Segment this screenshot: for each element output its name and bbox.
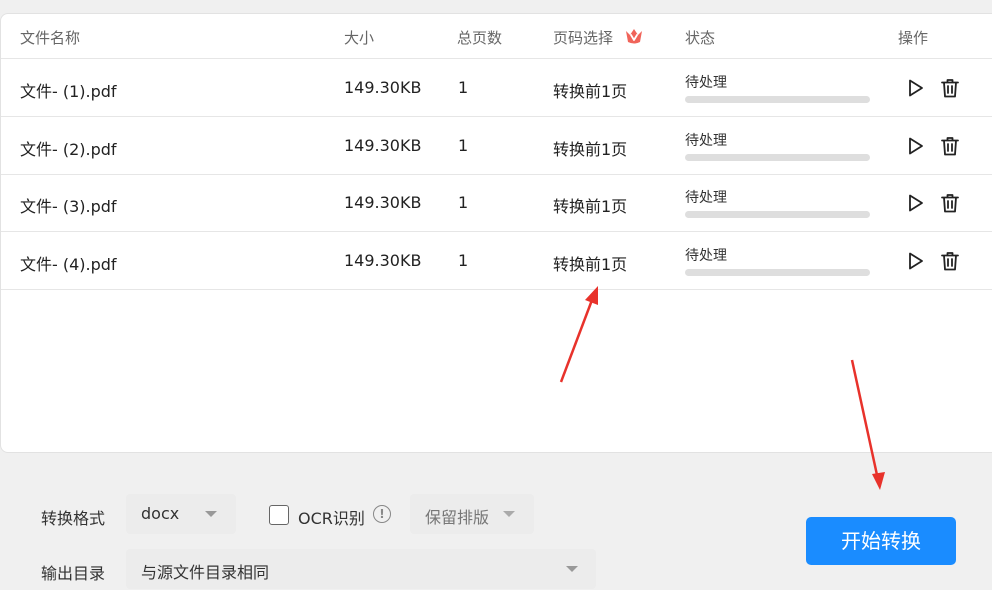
play-icon[interactable]: [903, 134, 927, 158]
page-select[interactable]: 转换前1页: [553, 136, 627, 160]
file-name: 文件- (1).pdf: [20, 82, 117, 101]
format-value: docx: [141, 504, 180, 523]
status-text: 待处理: [685, 75, 727, 91]
ocr-label[interactable]: OCR识别: [298, 505, 365, 529]
output-directory-select[interactable]: 与源文件目录相同: [126, 549, 596, 589]
status-text: 待处理: [685, 190, 727, 206]
play-icon[interactable]: [903, 249, 927, 273]
page-count: 1: [458, 193, 469, 212]
page-count: 1: [458, 136, 469, 155]
header-actions: 操作: [898, 29, 929, 47]
start-convert-button[interactable]: 开始转换: [806, 517, 956, 565]
chevron-down-icon: [205, 511, 217, 517]
table-row: 文件- (1).pdf 149.30KB 1 转换前1页 待处理: [1, 59, 992, 117]
progress-bar: [685, 154, 870, 161]
file-size: 149.30KB: [344, 193, 422, 212]
progress-bar: [685, 269, 870, 276]
status-text: 待处理: [685, 248, 727, 264]
file-name: 文件- (3).pdf: [20, 197, 117, 216]
layout-select[interactable]: 保留排版: [410, 494, 534, 534]
header-page-select: 页码选择: [553, 29, 614, 47]
page-select[interactable]: 转换前1页: [553, 251, 627, 275]
status-text: 待处理: [685, 133, 727, 149]
file-size: 149.30KB: [344, 78, 422, 97]
converter-window: 文件名称 大小 总页数 页码选择 状态 操作 文件- (1).pdf 149.3…: [0, 0, 992, 590]
file-size: 149.30KB: [344, 251, 422, 270]
page-count: 1: [458, 78, 469, 97]
progress-bar: [685, 211, 870, 218]
trash-icon[interactable]: [938, 76, 962, 100]
crown-vip-icon: [626, 29, 642, 44]
trash-icon[interactable]: [938, 134, 962, 158]
ocr-checkbox[interactable]: [269, 505, 289, 525]
page-select[interactable]: 转换前1页: [553, 78, 627, 102]
chevron-down-icon: [503, 511, 515, 517]
table-header: 文件名称 大小 总页数 页码选择 状态 操作: [1, 14, 992, 59]
format-label: 转换格式: [41, 509, 106, 528]
header-file-name: 文件名称: [20, 29, 81, 47]
trash-icon[interactable]: [938, 191, 962, 215]
chevron-down-icon: [566, 566, 578, 572]
file-name: 文件- (4).pdf: [20, 255, 117, 274]
table-row: 文件- (4).pdf 149.30KB 1 转换前1页 待处理: [1, 232, 992, 290]
format-select[interactable]: docx: [126, 494, 236, 534]
header-total-pages: 总页数: [457, 29, 503, 47]
trash-icon[interactable]: [938, 249, 962, 273]
table-row: 文件- (3).pdf 149.30KB 1 转换前1页 待处理: [1, 174, 992, 232]
header-status: 状态: [685, 29, 716, 47]
info-icon[interactable]: !: [373, 505, 391, 523]
output-value: 与源文件目录相同: [141, 563, 270, 582]
page-count: 1: [458, 251, 469, 270]
progress-bar: [685, 96, 870, 103]
table-row: 文件- (2).pdf 149.30KB 1 转换前1页 待处理: [1, 117, 992, 175]
file-table: 文件名称 大小 总页数 页码选择 状态 操作 文件- (1).pdf 149.3…: [0, 13, 992, 453]
play-icon[interactable]: [903, 76, 927, 100]
file-name: 文件- (2).pdf: [20, 140, 117, 159]
output-label: 输出目录: [41, 564, 106, 583]
page-select[interactable]: 转换前1页: [553, 193, 627, 217]
play-icon[interactable]: [903, 191, 927, 215]
header-size: 大小: [344, 29, 375, 47]
file-size: 149.30KB: [344, 136, 422, 155]
layout-value: 保留排版: [425, 508, 490, 527]
